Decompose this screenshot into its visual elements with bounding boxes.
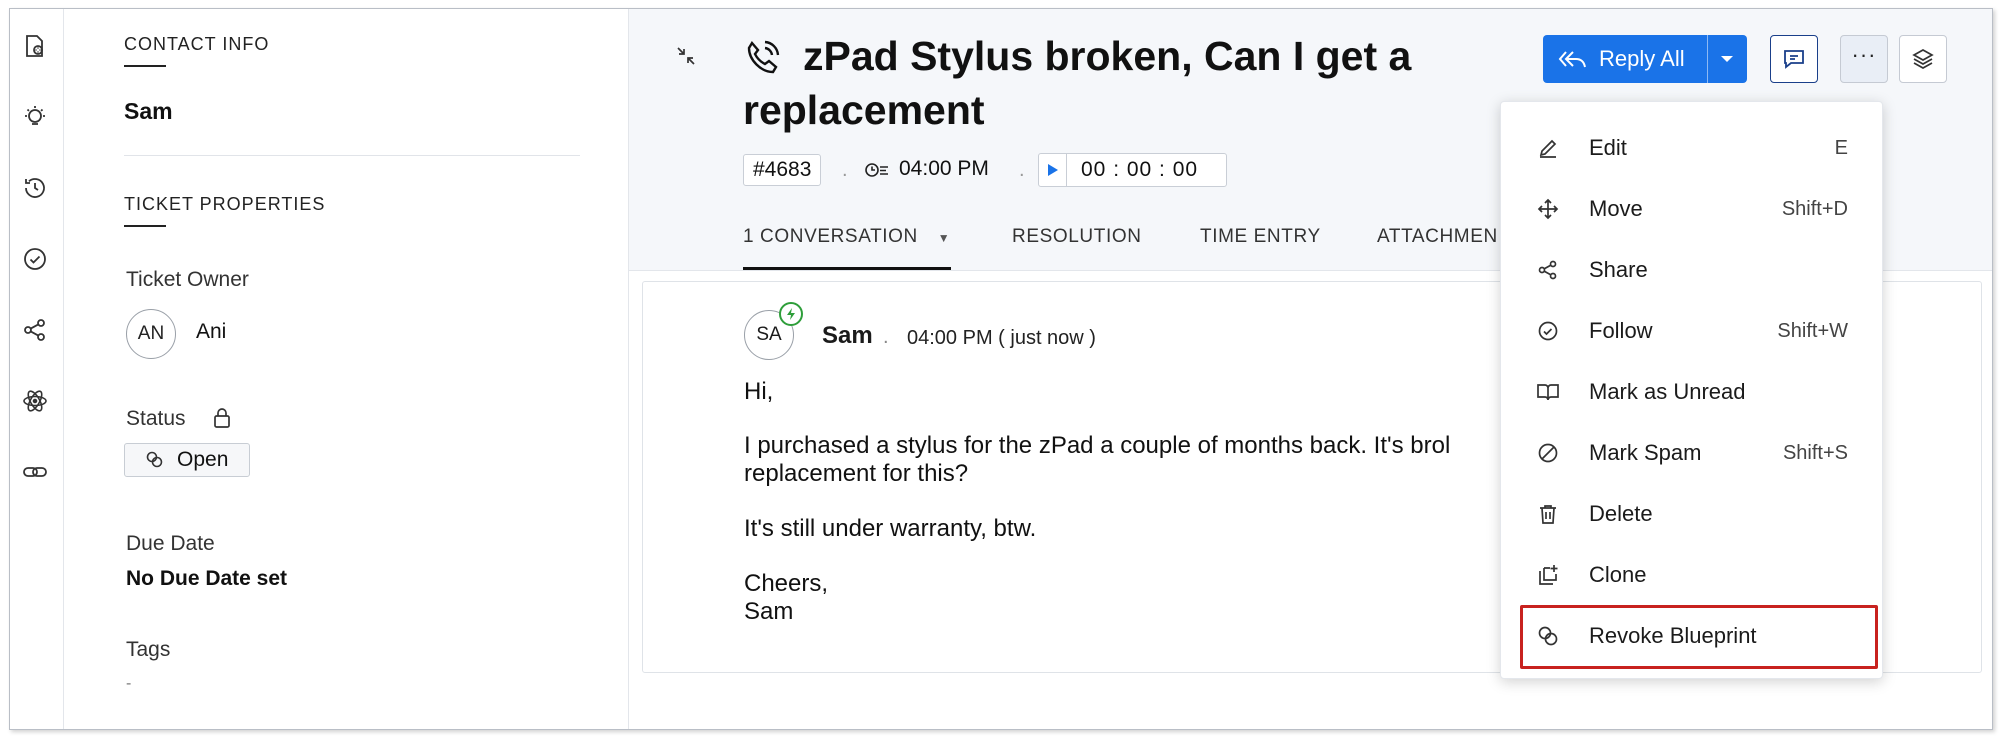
collapse-icon[interactable]	[675, 45, 697, 72]
layers-icon	[1911, 47, 1935, 71]
due-date-value[interactable]: No Due Date set	[126, 567, 287, 591]
clock-icon	[864, 161, 890, 184]
menu-item-move[interactable]: Move Shift+D	[1501, 181, 1882, 237]
message-line: Cheers,	[744, 570, 829, 597]
menu-item-label: Clone	[1589, 562, 1647, 587]
lock-icon	[212, 407, 232, 434]
tab-conversation[interactable]: 1 CONVERSATION ▼	[743, 226, 950, 248]
reply-all-button[interactable]: Reply All	[1543, 35, 1747, 83]
status-label: Status	[126, 407, 186, 430]
tags-label: Tags	[126, 638, 171, 661]
follow-icon	[1535, 318, 1561, 344]
message-line: replacement for this?	[744, 460, 969, 487]
highlight-box	[1520, 605, 1878, 669]
message-line: I purchased a stylus for the zPad a coup…	[744, 432, 1451, 459]
menu-item-shortcut: Shift+S	[1782, 441, 1848, 464]
timer-widget[interactable]: 00 : 00 : 00	[1038, 153, 1227, 187]
menu-item-clone[interactable]: Clone	[1501, 547, 1882, 603]
left-icon-rail	[10, 9, 64, 729]
ticket-title: zPad Stylus broken, Can I get a replacem…	[743, 33, 1412, 133]
menu-item-share[interactable]: Share	[1501, 242, 1882, 298]
bulb-icon[interactable]	[20, 102, 50, 132]
more-actions-button[interactable]: ···	[1840, 35, 1888, 83]
divider	[124, 155, 580, 156]
reply-all-label: Reply All	[1599, 46, 1685, 71]
tab-resolution[interactable]: RESOLUTION	[1012, 226, 1142, 248]
heading-underline	[124, 225, 166, 227]
menu-item-edit[interactable]: Edit E	[1501, 120, 1882, 176]
menu-item-label: Mark Spam	[1589, 440, 1702, 465]
app-window: CONTACT INFO Sam TICKET PROPERTIES Ticke…	[9, 8, 1993, 730]
timer-value: 00 : 00 : 00	[1081, 158, 1199, 181]
chevron-down-icon: ▼	[937, 231, 951, 245]
menu-item-mark-as-unread[interactable]: Mark as Unread	[1501, 364, 1882, 420]
ticket-id-badge[interactable]: #4683	[743, 154, 822, 186]
move-icon	[1535, 196, 1561, 222]
menu-item-label: Delete	[1589, 501, 1653, 526]
message-line: Hi,	[744, 378, 774, 405]
menu-item-label: Move	[1589, 196, 1643, 221]
due-date-label: Due Date	[126, 532, 215, 555]
more-icon: ···	[1851, 42, 1877, 67]
tab-label: 1 CONVERSATION	[743, 226, 918, 247]
split-divider	[1707, 35, 1708, 83]
layers-button[interactable]	[1899, 35, 1947, 83]
sender-name[interactable]: Sam	[822, 322, 873, 350]
menu-item-mark-spam[interactable]: Mark Spam Shift+S	[1501, 425, 1882, 481]
caret-down-icon[interactable]	[1719, 52, 1735, 70]
menu-item-label: Share	[1589, 257, 1648, 282]
comment-button[interactable]	[1770, 35, 1818, 83]
separator-dot: .	[1019, 159, 1025, 181]
contact-info-heading: CONTACT INFO	[124, 34, 270, 54]
spam-icon	[1535, 440, 1561, 466]
ticket-properties-icon[interactable]	[20, 31, 50, 61]
check-circle-icon[interactable]	[20, 244, 50, 274]
ticket-properties-panel: CONTACT INFO Sam TICKET PROPERTIES Ticke…	[64, 9, 629, 729]
tags-value[interactable]: -	[126, 675, 131, 693]
trash-icon	[1535, 501, 1561, 527]
comment-icon	[1781, 46, 1807, 72]
menu-item-follow[interactable]: Follow Shift+W	[1501, 303, 1882, 359]
status-dropdown[interactable]: Open	[124, 443, 250, 477]
reply-all-icon	[1557, 48, 1587, 70]
ticket-owner-value[interactable]: Ani	[196, 320, 226, 344]
clone-icon	[1535, 562, 1561, 588]
ticket-time: 04:00 PM	[899, 157, 989, 180]
status-value: Open	[177, 448, 229, 471]
menu-item-label: Follow	[1589, 318, 1653, 343]
ticket-properties-heading: TICKET PROPERTIES	[124, 194, 326, 214]
menu-item-shortcut: Shift+D	[1781, 197, 1848, 220]
separator-dot: .	[883, 326, 889, 348]
message-line: It's still under warranty, btw.	[744, 515, 1037, 542]
active-tab-indicator	[743, 267, 951, 270]
message-timestamp: 04:00 PM ( just now )	[907, 327, 1096, 349]
menu-item-label: Edit	[1589, 135, 1627, 160]
menu-item-shortcut: Shift+W	[1777, 319, 1848, 342]
ticket-owner-label: Ticket Owner	[126, 268, 249, 291]
atom-icon[interactable]	[20, 386, 50, 416]
message-line: Sam	[744, 598, 794, 625]
play-icon[interactable]	[1039, 154, 1067, 186]
link-icon[interactable]	[20, 457, 50, 487]
menu-item-shortcut: E	[1834, 136, 1848, 159]
book-icon	[1535, 379, 1561, 405]
menu-item-label: Mark as Unread	[1589, 379, 1746, 404]
more-actions-menu: Edit E Move Shift+D Share Follow Shift+W	[1500, 101, 1883, 679]
contact-name[interactable]: Sam	[124, 98, 173, 125]
share-icon[interactable]	[20, 315, 50, 345]
history-icon[interactable]	[20, 173, 50, 203]
tab-time-entry[interactable]: TIME ENTRY	[1200, 226, 1321, 248]
status-icon	[145, 450, 165, 470]
menu-item-delete[interactable]: Delete	[1501, 486, 1882, 542]
owner-avatar: AN	[126, 309, 176, 359]
separator-dot: .	[842, 159, 848, 181]
heading-underline	[124, 65, 166, 67]
share-icon	[1535, 257, 1561, 283]
edit-icon	[1535, 135, 1561, 161]
tab-attachments[interactable]: ATTACHMEN	[1377, 226, 1498, 248]
channel-badge-icon	[779, 302, 803, 326]
